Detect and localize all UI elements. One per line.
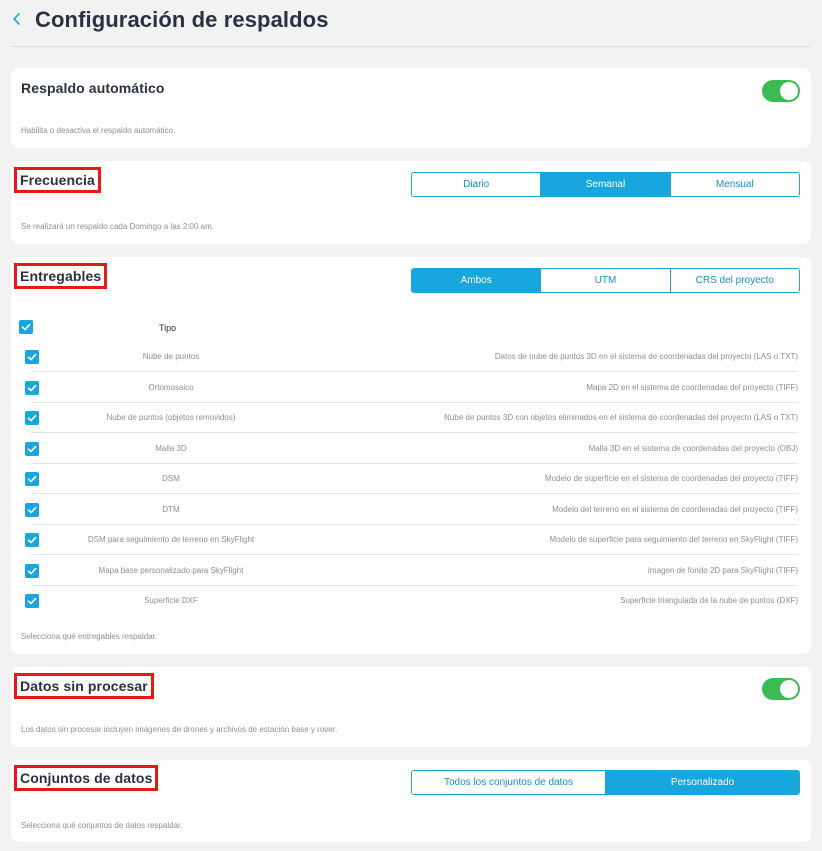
page-header: Configuración de respaldos: [0, 0, 822, 47]
frequency-selector: Diario Semanal Mensual: [411, 172, 800, 197]
deliverable-description: Datos de nube de puntos 3D en el sistema…: [494, 352, 798, 361]
deliverable-row: DTM Modelo del terreno en el sistema de c…: [21, 495, 798, 525]
datasets-selector: Todos los conjuntos de datos Personaliza…: [411, 770, 800, 795]
datasets-option-custom[interactable]: Personalizado: [605, 771, 799, 794]
toggle-knob: [780, 82, 798, 100]
auto-backup-description: Habilita o desactiva el respaldo automát…: [21, 126, 176, 135]
chevron-left-icon[interactable]: [10, 9, 24, 29]
deliverables-description: Selecciona qué entregables respaldar.: [21, 632, 158, 641]
deliverable-description: Imagen de fondo 2D para SkyFlight (TIFF): [647, 565, 798, 575]
raw-data-title: Datos sin procesar: [14, 673, 154, 699]
deliverable-type: Nube de puntos (objetos removidos): [106, 413, 236, 422]
deliverable-row: DSM para seguimiento de terreno en SkyFl…: [21, 525, 798, 555]
deliverable-type: Ortomosaico: [148, 382, 194, 392]
crs-selector: Ambos UTM CRS del proyecto: [411, 268, 800, 293]
deliverable-type: Mapa base personalizado para SkyFlight: [98, 565, 244, 575]
divider: [11, 46, 810, 47]
deliverable-type: DSM para seguimiento de terreno en SkyFl…: [87, 535, 255, 544]
deliverable-row: Mapa base personalizado para SkyFlight Im…: [21, 556, 798, 586]
datasets-title: Conjuntos de datos: [14, 765, 159, 791]
toggle-knob: [780, 680, 798, 698]
frequency-card: Frecuencia Diario Semanal Mensual Se rea…: [11, 161, 811, 244]
deliverable-row: Ortomosaico Mapa 2D en el sistema de coor…: [21, 373, 798, 403]
crs-option-project[interactable]: CRS del proyecto: [669, 269, 799, 292]
frequency-option-daily[interactable]: Diario: [412, 173, 541, 196]
deliverable-row: Superficie DXF Superficie triangulada de …: [21, 586, 798, 616]
crs-option-utm[interactable]: UTM: [540, 269, 670, 292]
crs-option-both[interactable]: Ambos: [412, 269, 541, 292]
deliverables-card: Entregables Ambos UTM CRS del proyecto T…: [11, 257, 811, 654]
deliverable-row: Nube de puntos Datos de nube de puntos 3D…: [21, 342, 798, 372]
deliverable-description: Malla 3D en el sistema de coordenadas de…: [588, 443, 798, 453]
auto-backup-title: Respaldo automático: [21, 80, 165, 96]
deliverable-row: Malla 3D Malla 3D en el sistema de coorde…: [21, 434, 798, 464]
type-column-header: Tipo: [159, 323, 177, 333]
deliverable-row: DSM Modelo de superficie en el sistema de…: [21, 464, 798, 494]
deliverables-title: Entregables: [14, 263, 108, 289]
deliverable-type: DSM: [162, 474, 180, 483]
auto-backup-toggle[interactable]: [762, 80, 800, 102]
raw-data-toggle[interactable]: [762, 678, 800, 700]
frequency-option-weekly[interactable]: Semanal: [540, 173, 670, 196]
deliverable-type: Superficie DXF: [144, 596, 198, 605]
datasets-option-all[interactable]: Todos los conjuntos de datos: [412, 771, 605, 794]
frequency-description: Se realizará un respaldo cada Domingo a …: [21, 222, 214, 231]
deliverable-type: DTM: [162, 504, 180, 514]
raw-data-description: Los datos sin procesar incluyen imágenes…: [21, 725, 338, 734]
auto-backup-card: Respaldo automático Habilita o desactiva…: [11, 68, 811, 148]
datasets-card: Conjuntos de datos Todos los conjuntos d…: [11, 760, 811, 842]
deliverable-type: Malla 3D: [155, 443, 187, 453]
deliverable-description: Modelo de superficie en el sistema de co…: [544, 474, 798, 483]
deliverable-description: Nube de puntos 3D con objetos eliminados…: [444, 413, 798, 422]
deliverable-type: Nube de puntos: [142, 352, 200, 361]
frequency-title: Frecuencia: [14, 167, 101, 193]
raw-data-card: Datos sin procesar Los datos sin procesa…: [11, 667, 811, 747]
check-icon: [21, 323, 31, 331]
deliverable-description: Modelo de superficie para seguimiento de…: [549, 535, 798, 544]
datasets-description: Selecciona qué conjuntos de datos respal…: [21, 821, 183, 830]
deliverable-row: Nube de puntos (objetos removidos) Nube d…: [21, 403, 798, 433]
deliverable-description: Superficie triangulada de la nube de pun…: [620, 596, 798, 605]
frequency-option-monthly[interactable]: Mensual: [669, 173, 799, 196]
deliverable-description: Modelo del terreno en el sistema de coor…: [552, 504, 798, 514]
page-title: Configuración de respaldos: [35, 7, 329, 32]
select-all-checkbox[interactable]: [19, 320, 33, 334]
deliverable-description: Mapa 2D en el sistema de coordenadas del…: [586, 382, 798, 392]
